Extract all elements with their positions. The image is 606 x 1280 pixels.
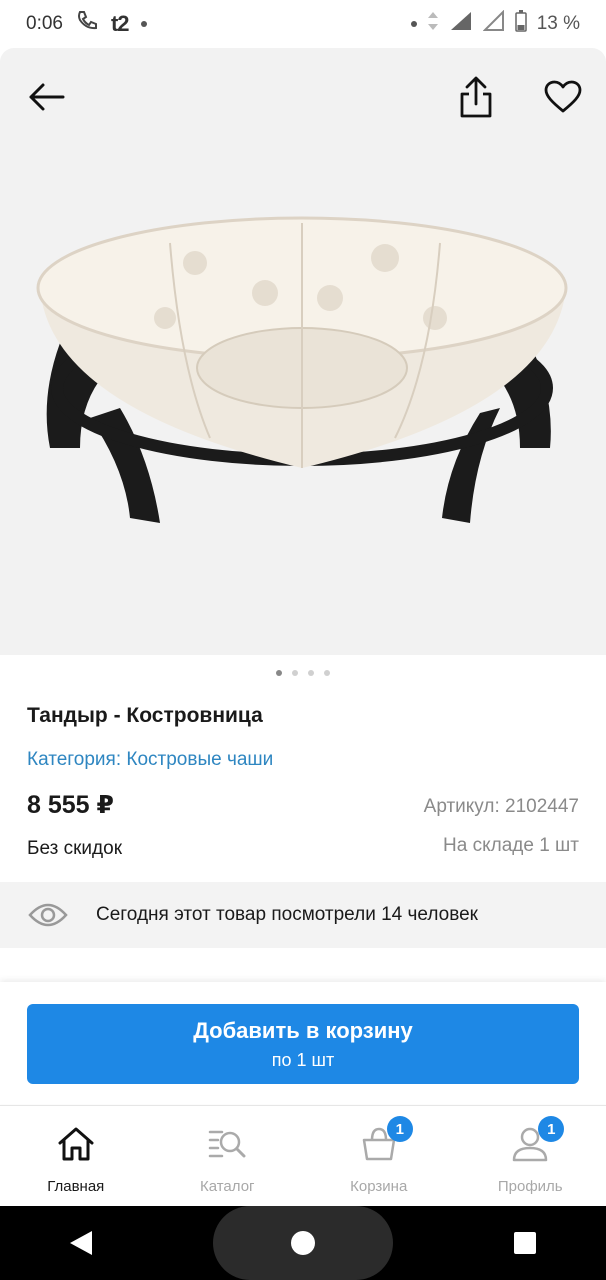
carrier-logo: t2 (110, 11, 130, 36)
category-link[interactable]: Категория: Костровые чаши (27, 749, 273, 771)
back-button[interactable] (22, 73, 70, 121)
tab-home[interactable]: Главная (0, 1106, 152, 1205)
pagination-dot[interactable] (276, 670, 282, 676)
heart-icon (544, 80, 582, 113)
signal-empty-icon (482, 9, 505, 38)
nav-recents-button[interactable] (495, 1213, 555, 1273)
arrow-left-icon (29, 83, 65, 111)
bottom-tab-bar: Главная Каталог 1 Корзина 1 Профиль (0, 1105, 606, 1205)
add-to-cart-button[interactable]: Добавить в корзину по 1 шт (27, 1004, 579, 1084)
triangle-back-icon (70, 1231, 92, 1255)
notification-dot (410, 21, 417, 27)
cart-bar: Добавить в корзину по 1 шт (0, 982, 606, 1104)
battery-icon (514, 10, 527, 38)
tab-cart[interactable]: 1 Корзина (303, 1106, 455, 1205)
discount-info: Без скидок (27, 838, 122, 859)
add-to-cart-label: Добавить в корзину (193, 1017, 413, 1043)
pagination-dot[interactable] (292, 670, 298, 676)
product-photo (36, 216, 568, 523)
tab-label: Корзина (350, 1178, 408, 1195)
catalog-search-icon (209, 1130, 246, 1158)
product-price: 8 555 ₽ (27, 791, 114, 819)
eye-icon (28, 903, 68, 927)
tab-label: Профиль (497, 1178, 563, 1195)
add-to-cart-quantity: по 1 шт (271, 1049, 335, 1070)
nav-home-pill[interactable] (213, 1206, 393, 1280)
tab-label: Главная (47, 1178, 105, 1195)
share-button[interactable] (452, 73, 500, 121)
views-banner: Сегодня этот товар посмотрели 14 человек (0, 882, 606, 948)
delivery-info-partial (27, 968, 587, 982)
favorite-button[interactable] (539, 73, 587, 121)
stock-info: На складе 1 шт (443, 835, 579, 856)
profile-badge: 1 (538, 1116, 565, 1142)
square-recents-icon (514, 1232, 536, 1254)
data-arrows-icon (427, 11, 439, 37)
product-article: Артикул: 2102447 (423, 796, 579, 817)
pagination-dot[interactable] (308, 670, 314, 676)
signal-icon (449, 10, 473, 38)
pagination-dot[interactable] (324, 670, 330, 676)
views-text: Сегодня этот товар посмотрели 14 человек (96, 904, 478, 925)
status-bar: 0:06 t2 13 % (0, 0, 606, 48)
wifi-call-icon (75, 10, 99, 38)
share-icon (460, 76, 492, 118)
tab-profile[interactable]: 1 Профиль (455, 1106, 606, 1205)
cart-badge: 1 (386, 1116, 413, 1142)
tab-label: Каталог (199, 1178, 255, 1195)
product-title: Тандыр - Костровница (27, 704, 263, 727)
system-nav-bar (0, 1206, 606, 1280)
status-time: 0:06 (26, 13, 63, 34)
circle-home-icon (291, 1231, 315, 1255)
gallery-pagination (0, 670, 606, 676)
nav-back-button[interactable] (51, 1213, 111, 1273)
tab-catalog[interactable]: Каталог (152, 1106, 304, 1205)
notification-dot (140, 21, 147, 27)
product-image-gallery[interactable] (0, 48, 606, 655)
battery-level: 13 % (536, 13, 580, 34)
home-icon (58, 1127, 94, 1161)
